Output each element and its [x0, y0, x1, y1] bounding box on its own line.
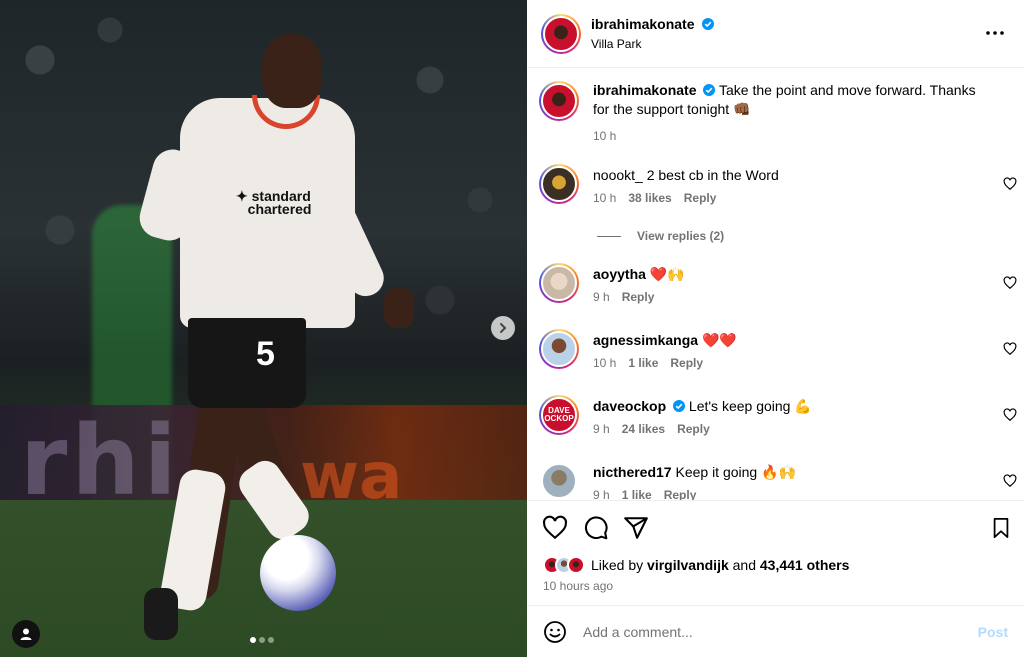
comment-username[interactable]: agnessimkanga	[593, 332, 698, 348]
comment-avatar[interactable]	[539, 164, 579, 204]
player-head	[262, 34, 322, 108]
likes-count[interactable]: 43,441 others	[760, 557, 850, 573]
comment-text: Keep it going 🔥🙌	[675, 464, 796, 480]
divider-line	[597, 235, 621, 237]
share-icon[interactable]	[623, 515, 649, 541]
comment-item: DAVE OCKOP daveockop Let's keep going 💪 …	[539, 395, 1019, 445]
liked-by-conjunction: and	[732, 557, 756, 573]
comment-item: aoyytha ❤️🙌 9 h Reply	[539, 263, 1019, 313]
author-username[interactable]: ibrahimakonate	[591, 16, 694, 32]
user-icon	[20, 628, 32, 640]
comment-time[interactable]: 9 h	[593, 290, 610, 304]
comments-list[interactable]: ibrahimakonate Take the point and move f…	[527, 69, 1024, 500]
comment-time[interactable]: 9 h	[593, 422, 610, 436]
comment-likes[interactable]: 38 likes	[628, 191, 671, 205]
liked-by-prefix: Liked by	[591, 557, 644, 573]
heart-icon[interactable]	[1003, 342, 1017, 356]
view-replies-label: View replies (2)	[637, 229, 725, 243]
comment-username[interactable]: aoyytha	[593, 266, 646, 282]
add-comment-bar: Post	[527, 606, 1024, 657]
comment-text: ❤️🙌	[649, 266, 685, 282]
post-header: ibrahimakonate Villa Park	[527, 0, 1024, 68]
verified-badge-icon	[701, 18, 714, 30]
comment-avatar[interactable]	[539, 461, 579, 500]
comment-meta: 10 h 1 like Reply	[593, 356, 703, 370]
comment-likes[interactable]: 1 like	[622, 488, 652, 500]
comment-avatar[interactable]: DAVE OCKOP	[539, 395, 579, 435]
comment-meta: 9 h 24 likes Reply	[593, 422, 710, 436]
avatar-text: DAVE OCKOP	[544, 406, 574, 423]
player-boot	[144, 588, 178, 640]
football	[260, 535, 336, 611]
comment-meta: 10 h 38 likes Reply	[593, 191, 716, 205]
comment-username[interactable]: noookt_	[593, 167, 643, 183]
post-timestamp[interactable]: 10 hours ago	[543, 579, 613, 593]
post-caption: ibrahimakonate Take the point and move f…	[539, 81, 1019, 151]
reply-button[interactable]: Reply	[670, 356, 703, 370]
comment-time[interactable]: 9 h	[593, 488, 610, 500]
heart-icon[interactable]	[1003, 276, 1017, 290]
comment-icon[interactable]	[583, 515, 609, 541]
post-location[interactable]: Villa Park	[591, 37, 641, 51]
comment-meta: 9 h 1 like Reply	[593, 488, 696, 500]
comment-text: ❤️❤️	[701, 332, 737, 348]
comment-item: nicthered17 Keep it going 🔥🙌 9 h 1 like Re…	[539, 461, 1019, 500]
tagged-users-button[interactable]	[12, 620, 40, 648]
post-actions: Liked by virgilvandijk and 43,441 others…	[527, 500, 1024, 606]
carousel-next-button[interactable]	[491, 316, 515, 340]
author-avatar[interactable]	[541, 14, 581, 54]
view-replies-button[interactable]: View replies (2)	[597, 229, 724, 243]
comment-meta: 9 h Reply	[593, 290, 654, 304]
bookmark-icon[interactable]	[990, 515, 1012, 541]
carousel-dot	[250, 637, 256, 643]
reply-button[interactable]: Reply	[677, 422, 710, 436]
comment-item: agnessimkanga ❤️❤️ 10 h 1 like Reply	[539, 329, 1019, 379]
carousel-dot	[268, 637, 274, 643]
reply-button[interactable]: Reply	[664, 488, 697, 500]
comment-avatar[interactable]	[539, 329, 579, 369]
carousel-dot	[259, 637, 265, 643]
comment-input[interactable]	[583, 618, 953, 646]
comment-likes[interactable]: 24 likes	[622, 422, 665, 436]
shirt-number: 5	[256, 335, 275, 373]
more-options-button[interactable]	[984, 22, 1006, 44]
comment-time[interactable]: 10 h	[593, 191, 616, 205]
comment-likes[interactable]: 1 like	[628, 356, 658, 370]
like-heart-icon[interactable]	[542, 515, 568, 541]
emoji-icon[interactable]	[543, 620, 567, 644]
caption-author-username[interactable]: ibrahimakonate	[593, 82, 696, 98]
comment-username[interactable]: daveockop	[593, 398, 666, 414]
caption-author-avatar[interactable]	[539, 81, 579, 121]
post-media[interactable]: rhi wa ✦ standard chartered 5	[0, 0, 527, 657]
comment-avatar[interactable]	[539, 263, 579, 303]
liked-by-summary: Liked by virgilvandijk and 43,441 others	[543, 556, 849, 574]
reply-button[interactable]: Reply	[622, 290, 655, 304]
verified-badge-icon	[703, 84, 716, 96]
comment-time[interactable]: 10 h	[593, 356, 616, 370]
comment-text: Let's keep going 💪	[688, 398, 812, 414]
heart-icon[interactable]	[1003, 474, 1017, 488]
comment-username[interactable]: nicthered17	[593, 464, 672, 480]
heart-icon[interactable]	[1003, 177, 1017, 191]
comment-text: 2 best cb in the Word	[646, 167, 779, 183]
carousel-indicators	[250, 637, 274, 643]
heart-icon[interactable]	[1003, 408, 1017, 422]
verified-badge-icon	[673, 400, 686, 412]
post-comment-button[interactable]: Post	[978, 624, 1008, 640]
liked-by-user[interactable]: virgilvandijk	[647, 557, 729, 573]
caption-time[interactable]: 10 h	[593, 129, 616, 143]
player-shorts	[188, 318, 306, 408]
shirt-sponsor-logo: ✦ standard chartered	[236, 188, 312, 217]
post-panel: ibrahimakonate Villa Park ibrahimakonate…	[527, 0, 1024, 657]
liker-avatar[interactable]	[567, 556, 585, 574]
reply-button[interactable]: Reply	[684, 191, 717, 205]
chevron-right-icon	[500, 323, 507, 333]
more-horizontal-icon	[986, 31, 1004, 35]
comment-item: noookt_ 2 best cb in the Word 10 h 38 lik…	[539, 164, 1019, 214]
player-hand	[384, 288, 414, 328]
